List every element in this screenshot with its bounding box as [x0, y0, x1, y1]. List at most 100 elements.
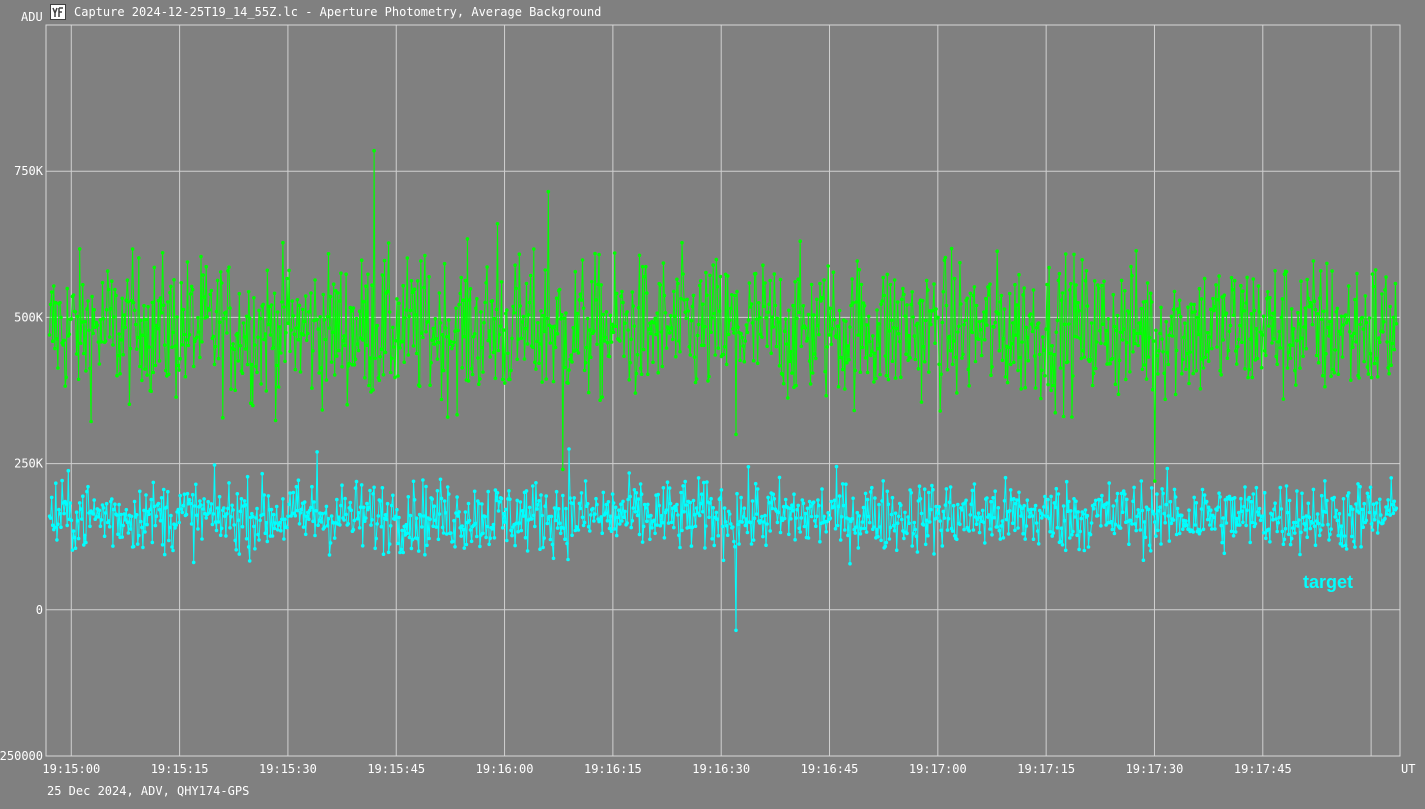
data-point: [1097, 286, 1101, 291]
data-point: [1209, 307, 1213, 312]
data-point: [691, 498, 696, 503]
data-point: [69, 518, 74, 523]
data-point: [697, 513, 702, 518]
data-point: [149, 497, 153, 502]
data-point: [1224, 521, 1229, 525]
data-point: [96, 515, 101, 519]
data-point: [1289, 307, 1294, 311]
data-point: [297, 522, 302, 526]
data-point: [777, 475, 782, 480]
data-point: [958, 260, 962, 265]
data-point: [665, 480, 670, 485]
data-point: [1033, 503, 1038, 508]
data-point: [216, 520, 221, 524]
data-point: [1044, 327, 1048, 331]
data-point: [778, 277, 783, 282]
data-point: [871, 334, 875, 338]
data-point: [415, 279, 420, 283]
data-point: [951, 339, 956, 343]
data-point: [1325, 261, 1329, 266]
data-point: [1365, 365, 1370, 369]
data-point: [814, 356, 818, 361]
data-point: [441, 368, 446, 373]
data-point: [542, 536, 546, 540]
data-point: [1317, 296, 1322, 301]
data-point: [1166, 514, 1171, 518]
data-point: [514, 521, 518, 526]
data-point: [242, 499, 247, 503]
data-point: [1136, 508, 1140, 512]
x-tick-label: 19:15:00: [42, 762, 100, 776]
data-point: [731, 525, 735, 529]
data-point: [1163, 397, 1167, 402]
data-point: [1278, 485, 1283, 490]
data-point: [968, 513, 973, 517]
data-point: [1381, 330, 1385, 334]
data-point: [1362, 501, 1366, 506]
data-point: [364, 284, 368, 289]
data-point: [452, 518, 456, 523]
data-point: [775, 316, 780, 321]
data-point: [257, 308, 261, 313]
x-tick-label: 19:17:15: [1017, 762, 1075, 776]
data-point: [169, 284, 173, 289]
data-point: [523, 326, 528, 331]
data-point: [110, 497, 114, 501]
data-point: [1184, 519, 1188, 523]
data-point: [971, 293, 976, 298]
data-point: [903, 510, 907, 515]
data-point: [168, 290, 172, 295]
data-point: [991, 496, 995, 500]
data-point: [605, 340, 610, 345]
data-point: [698, 501, 703, 506]
data-point: [1340, 544, 1345, 548]
data-point: [171, 330, 175, 335]
data-point: [462, 546, 467, 550]
data-point: [330, 330, 335, 335]
data-point: [934, 307, 938, 311]
data-point: [1216, 298, 1220, 302]
data-point: [567, 368, 571, 372]
data-point: [195, 513, 199, 517]
data-point: [1305, 277, 1309, 282]
data-point: [596, 282, 600, 287]
data-point: [477, 501, 481, 506]
data-point: [1085, 304, 1090, 308]
data-point: [742, 506, 747, 511]
data-point: [310, 484, 314, 489]
data-point: [255, 506, 259, 511]
data-point: [328, 294, 333, 299]
data-point: [1106, 317, 1110, 321]
data-point: [594, 298, 598, 302]
data-point: [886, 377, 891, 382]
data-point: [1198, 529, 1203, 533]
data-point: [1191, 530, 1195, 534]
data-point: [495, 491, 500, 495]
data-point: [1310, 521, 1315, 525]
data-point: [630, 519, 635, 523]
data-point: [1088, 357, 1093, 362]
data-point: [460, 524, 465, 528]
data-point: [970, 330, 975, 335]
data-point: [473, 306, 478, 311]
data-point: [444, 335, 449, 339]
data-point: [1279, 507, 1284, 511]
data-point: [579, 298, 584, 302]
data-point: [242, 335, 247, 339]
data-point: [395, 507, 399, 512]
data-point: [1313, 307, 1318, 312]
data-point: [619, 294, 623, 299]
data-point: [788, 506, 792, 511]
data-point: [1071, 374, 1075, 378]
data-point: [563, 537, 567, 541]
data-point: [628, 494, 632, 499]
data-point: [622, 515, 626, 520]
data-point: [986, 285, 990, 289]
data-point: [729, 306, 733, 311]
data-point: [1090, 383, 1095, 388]
data-point: [677, 339, 681, 343]
data-point: [964, 498, 968, 503]
data-point: [1042, 348, 1046, 353]
data-point: [797, 310, 801, 315]
data-point: [895, 300, 900, 304]
